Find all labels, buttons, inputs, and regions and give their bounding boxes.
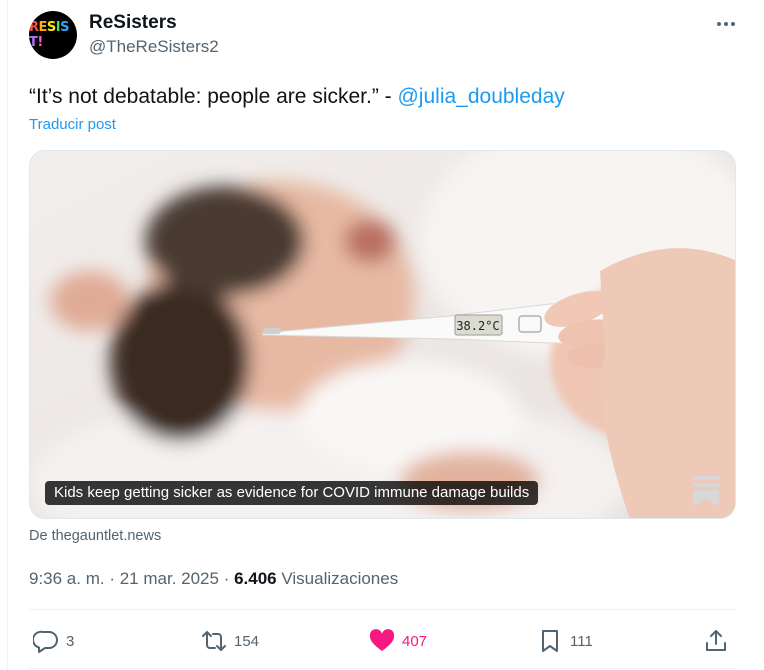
bookmark-button[interactable]: 111 — [537, 626, 593, 656]
media-photo: 38.2°C — [30, 151, 735, 518]
tweet-date[interactable]: 21 mar. 2025 — [120, 569, 219, 588]
mention-link[interactable]: @julia_doubleday — [397, 85, 564, 108]
heart-icon — [369, 629, 395, 651]
tweet-meta: 9:36 a. m. · 21 mar. 2025 · 6.406 Visual… — [29, 569, 398, 589]
thermometer-reading: 38.2°C — [456, 319, 499, 333]
repost-icon — [202, 631, 226, 651]
bookmark-overlay-icon — [692, 475, 720, 507]
tweet-quote: “It’s not debatable: people are sicker.”… — [29, 85, 398, 108]
like-count: 407 — [402, 632, 428, 650]
translate-post-link[interactable]: Traducir post — [29, 116, 116, 133]
author-handle[interactable]: @TheReSisters2 — [89, 37, 219, 57]
more-icon[interactable] — [712, 10, 740, 38]
author-display-name[interactable]: ReSisters — [89, 12, 177, 34]
timeline-border — [7, 0, 8, 670]
divider — [29, 609, 736, 610]
views-count: 6.406 — [234, 569, 277, 588]
meta-separator: · — [104, 569, 120, 588]
views-label: Visualizaciones — [276, 569, 399, 588]
divider — [29, 668, 736, 669]
share-icon — [706, 630, 726, 651]
like-button[interactable]: 407 — [369, 626, 427, 656]
link-card-caption: Kids keep getting sicker as evidence for… — [45, 481, 539, 505]
link-card-media[interactable]: 38.2°C Kids keep getting sicker as evide… — [29, 150, 736, 519]
action-bar: 3 154 407 111 — [29, 626, 736, 656]
reply-count: 3 — [66, 632, 75, 650]
avatar[interactable]: RESIST! — [29, 11, 77, 59]
meta-separator: · — [218, 569, 235, 588]
share-button[interactable] — [703, 626, 729, 656]
tweet-time[interactable]: 9:36 a. m. — [29, 569, 105, 588]
bookmark-icon — [542, 630, 558, 652]
link-source[interactable]: De thegauntlet.news — [29, 528, 161, 544]
reply-icon — [33, 630, 58, 653]
bookmark-count: 111 — [570, 632, 593, 650]
avatar-logo: RESIST! — [29, 20, 69, 50]
tweet-text: “It’s not debatable: people are sicker.”… — [29, 84, 565, 110]
reply-button[interactable]: 3 — [33, 626, 74, 656]
repost-count: 154 — [234, 632, 260, 650]
repost-button[interactable]: 154 — [201, 626, 259, 656]
